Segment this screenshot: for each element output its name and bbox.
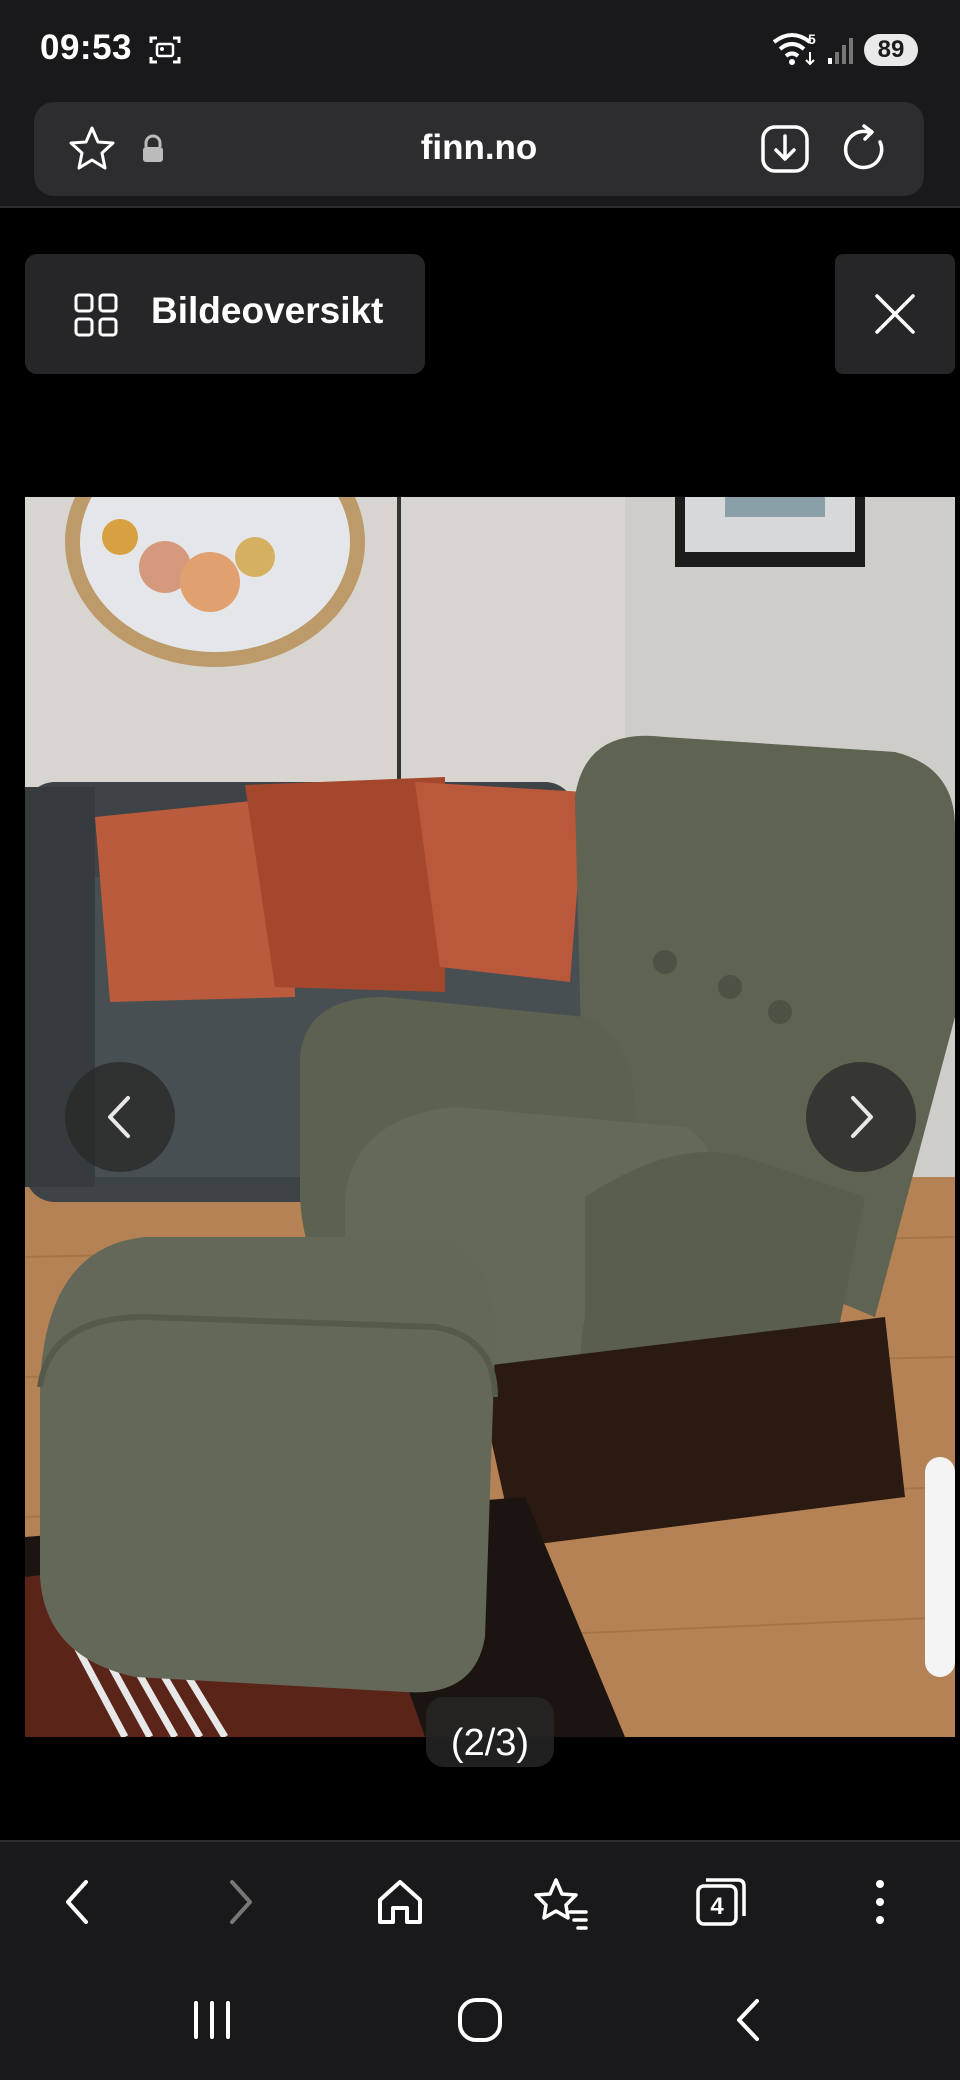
previous-image-button[interactable]	[65, 1062, 175, 1172]
system-back-icon[interactable]	[725, 1995, 775, 2045]
next-image-button[interactable]	[806, 1062, 916, 1172]
screenshot-icon	[149, 36, 181, 64]
browser-toolbar: 4	[0, 1840, 960, 1962]
back-icon[interactable]	[48, 1872, 108, 1932]
more-icon[interactable]	[850, 1872, 910, 1932]
system-navigation-bar	[0, 1960, 960, 2080]
home-icon[interactable]	[370, 1872, 430, 1932]
close-button[interactable]	[835, 254, 955, 374]
close-icon	[875, 294, 915, 334]
bookmarks-icon[interactable]	[530, 1872, 590, 1932]
signal-icon	[828, 38, 853, 64]
image-overview-button[interactable]: Bildeoversikt	[25, 254, 425, 374]
wifi-badge: 5	[808, 31, 816, 47]
chevron-right-icon	[851, 1096, 873, 1138]
image-overview-label: Bildeoversikt	[151, 290, 384, 331]
status-time: 09:53	[40, 28, 133, 67]
tabs-count: 4	[710, 1893, 724, 1920]
reload-icon[interactable]	[840, 124, 890, 174]
chevron-left-icon	[108, 1096, 130, 1138]
wifi-icon: 5	[772, 31, 816, 66]
forward-icon[interactable]	[210, 1872, 270, 1932]
battery-indicator: 89	[864, 34, 918, 66]
home-circle-icon[interactable]	[455, 1995, 505, 2045]
address-bar[interactable]: finn.no	[34, 102, 924, 196]
recent-apps-icon[interactable]	[187, 1995, 237, 2045]
image-counter: (2/3)	[450, 1722, 530, 1764]
grid-icon	[74, 293, 118, 337]
tabs-icon[interactable]: 4	[690, 1872, 750, 1932]
download-icon[interactable]	[760, 124, 810, 174]
browser-address-area: finn.no	[0, 100, 960, 208]
status-bar: 09:53 5 89	[0, 0, 960, 100]
